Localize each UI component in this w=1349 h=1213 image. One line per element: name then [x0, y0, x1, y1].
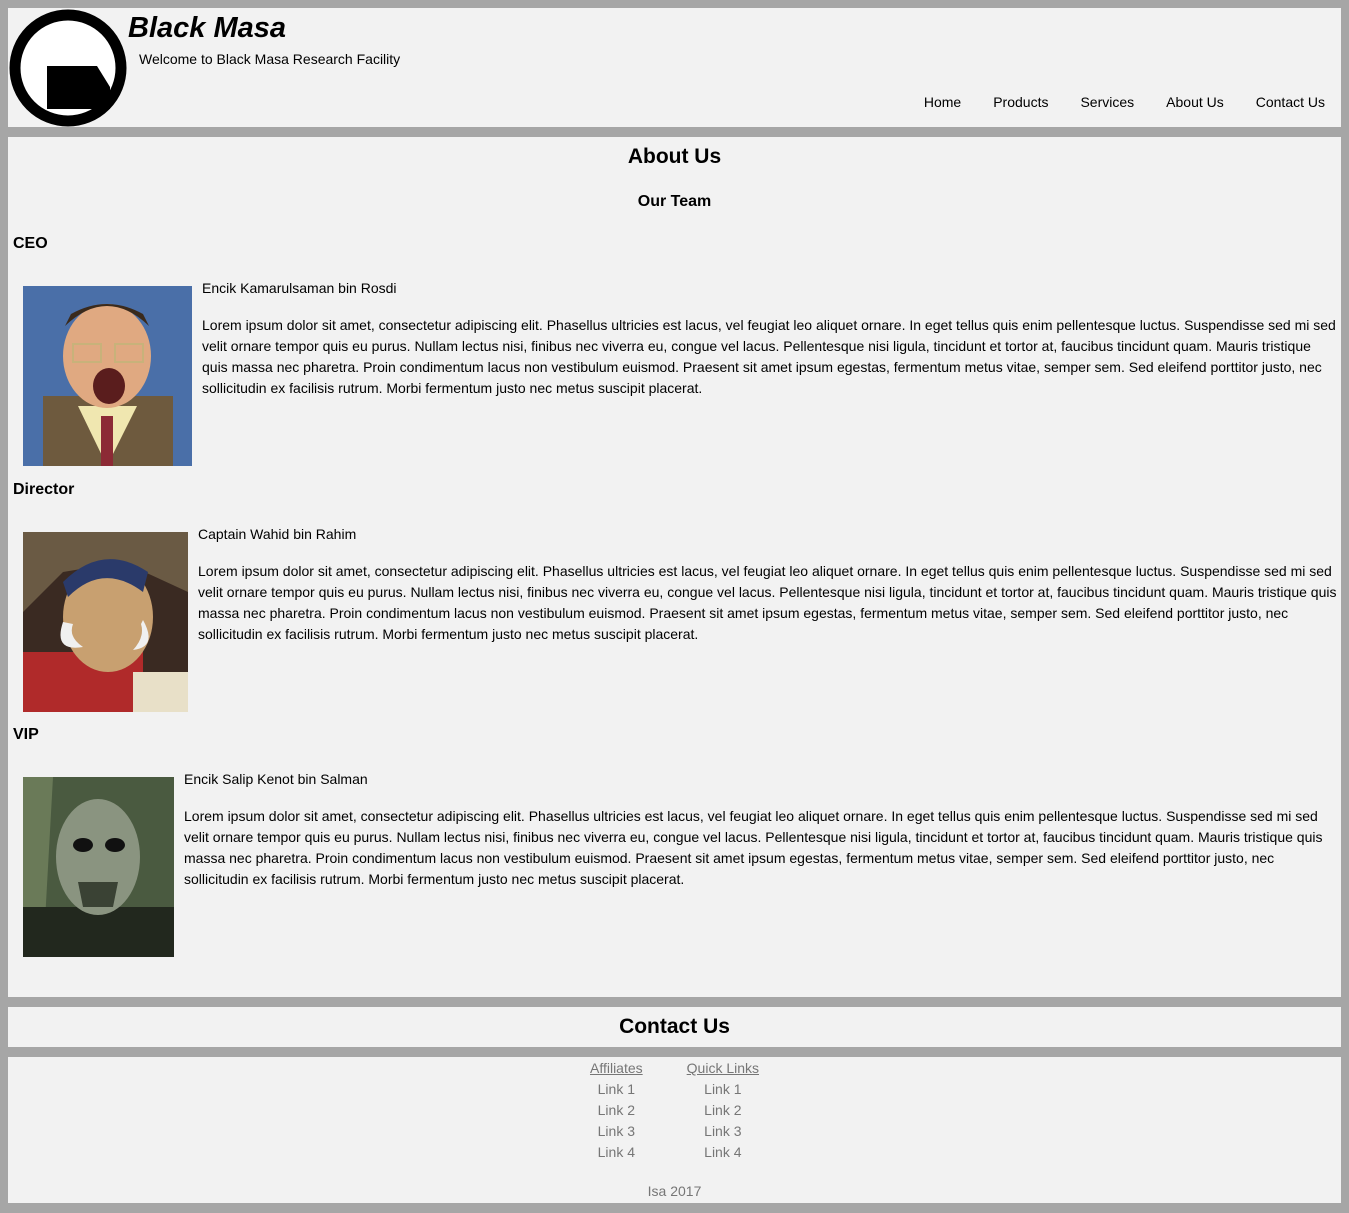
footer-link[interactable]: Link 1	[598, 1079, 635, 1100]
footer-columns: Affiliates Link 1 Link 2 Link 3 Link 4 Q…	[8, 1058, 1341, 1163]
contact-section: Contact Us	[8, 1007, 1341, 1047]
team-member-director: Captain Wahid bin Rahim Lorem ipsum dolo…	[23, 526, 1337, 712]
member-bio: Lorem ipsum dolor sit amet, consectetur …	[202, 317, 1336, 396]
contact-title: Contact Us	[619, 1015, 730, 1038]
role-heading-director: Director	[13, 481, 75, 498]
member-bio: Lorem ipsum dolor sit amet, consectetur …	[198, 563, 1337, 642]
role-heading-ceo: CEO	[13, 235, 48, 252]
main-nav: Home Products Services About Us Contact …	[908, 94, 1341, 110]
member-bio: Lorem ipsum dolor sit amet, consectetur …	[184, 808, 1323, 887]
site-tagline: Welcome to Black Masa Research Facility	[139, 51, 401, 67]
vip-photo	[23, 777, 174, 957]
member-info: Encik Kamarulsaman bin Rosdi Lorem ipsum…	[202, 278, 1337, 415]
member-info: Encik Salip Kenot bin Salman Lorem ipsum…	[184, 769, 1337, 906]
member-name: Encik Kamarulsaman bin Rosdi	[202, 280, 397, 296]
member-info: Captain Wahid bin Rahim Lorem ipsum dolo…	[198, 524, 1337, 661]
site-title: Black Masa	[128, 12, 286, 44]
role-heading-vip: VIP	[13, 726, 39, 743]
footer-link[interactable]: Link 4	[598, 1142, 635, 1163]
nav-home[interactable]: Home	[908, 94, 977, 110]
footer-heading-affiliates[interactable]: Affiliates	[590, 1058, 643, 1079]
team-member-ceo: Encik Kamarulsaman bin Rosdi Lorem ipsum…	[23, 280, 1337, 466]
footer-link[interactable]: Link 3	[598, 1121, 635, 1142]
black-masa-logo-icon	[9, 9, 127, 127]
footer-link[interactable]: Link 4	[704, 1142, 741, 1163]
footer-column-affiliates: Affiliates Link 1 Link 2 Link 3 Link 4	[568, 1058, 665, 1163]
copyright: Isa 2017	[647, 1183, 702, 1199]
team-heading: Our Team	[637, 193, 712, 210]
site-header: Black Masa Welcome to Black Masa Researc…	[8, 8, 1341, 127]
page-title: About Us	[627, 145, 722, 168]
footer-link[interactable]: Link 2	[704, 1100, 741, 1121]
nav-contact-us[interactable]: Contact Us	[1240, 94, 1341, 110]
nav-services[interactable]: Services	[1064, 94, 1150, 110]
footer-heading-quick-links[interactable]: Quick Links	[687, 1058, 759, 1079]
footer-link[interactable]: Link 2	[598, 1100, 635, 1121]
about-section: About Us Our Team CEO Encik Kamarulsaman…	[8, 137, 1341, 997]
footer-link[interactable]: Link 1	[704, 1079, 741, 1100]
member-name: Captain Wahid bin Rahim	[198, 526, 357, 542]
site-footer: Affiliates Link 1 Link 2 Link 3 Link 4 Q…	[8, 1057, 1341, 1203]
director-photo	[23, 532, 188, 712]
nav-products[interactable]: Products	[977, 94, 1064, 110]
member-name: Encik Salip Kenot bin Salman	[184, 771, 368, 787]
footer-column-quick-links: Quick Links Link 1 Link 2 Link 3 Link 4	[665, 1058, 781, 1163]
footer-link[interactable]: Link 3	[704, 1121, 741, 1142]
nav-about-us[interactable]: About Us	[1150, 94, 1240, 110]
team-member-vip: Encik Salip Kenot bin Salman Lorem ipsum…	[23, 771, 1337, 957]
ceo-photo	[23, 286, 192, 466]
